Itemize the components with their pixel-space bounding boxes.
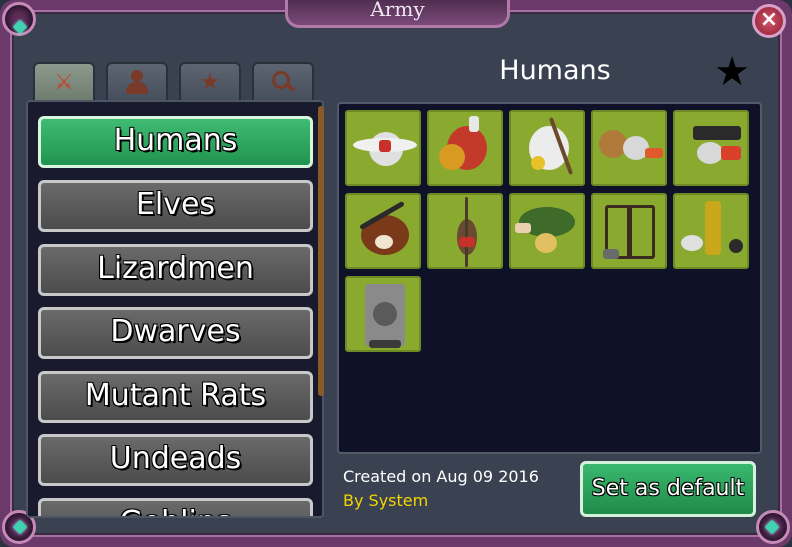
unit-slot-swordsman[interactable] (591, 110, 667, 186)
tab-favorites[interactable]: ★ (179, 62, 241, 102)
crossed-swords-icon: ⚔ (54, 69, 74, 95)
set-as-default-button[interactable]: Set as default (580, 461, 756, 517)
author-label: By System (343, 491, 429, 510)
unit-slot-cannon-crew[interactable] (673, 110, 749, 186)
tab-search[interactable] (252, 62, 314, 102)
race-button-dwarves[interactable]: Dwarves (38, 307, 313, 359)
window-title: Army (370, 0, 425, 21)
unit-slot-ballista[interactable] (591, 193, 667, 269)
race-button-elves[interactable]: Elves (38, 180, 313, 232)
star-icon: ★ (200, 69, 220, 95)
unit-slot-winged-angel[interactable] (345, 110, 421, 186)
person-icon (126, 70, 148, 94)
race-button-undeads[interactable]: Undeads (38, 434, 313, 486)
unit-slot-pikeman[interactable] (427, 193, 503, 269)
unit-slot-musketeer[interactable] (345, 193, 421, 269)
race-button-mutant-rats[interactable]: Mutant Rats (38, 371, 313, 423)
unit-slot-steam-tank[interactable] (345, 276, 421, 352)
close-icon: × (759, 7, 779, 32)
unit-grid-panel (337, 102, 762, 454)
close-button[interactable]: × (752, 4, 786, 38)
army-title: Humans (499, 55, 611, 86)
tab-heroes[interactable] (106, 62, 168, 102)
race-button-lizardmen[interactable]: Lizardmen (38, 244, 313, 296)
unit-slot-white-wizard[interactable] (509, 110, 585, 186)
magnifier-icon (272, 71, 295, 93)
race-list-panel[interactable]: Humans Elves Lizardmen Dwarves Mutant Ra… (26, 100, 324, 518)
tab-army-races[interactable]: ⚔ (33, 62, 95, 102)
favorite-star-icon[interactable]: ★ (712, 52, 752, 92)
unit-slot-axe-warrior[interactable] (427, 110, 503, 186)
unit-slot-gold-cannon[interactable] (673, 193, 749, 269)
race-list-scrollbar[interactable] (318, 106, 324, 396)
race-button-humans[interactable]: Humans (38, 116, 313, 168)
race-button-goblins[interactable]: Goblins (38, 498, 313, 516)
window-title-plate: Army (285, 0, 510, 28)
unit-slot-archer[interactable] (509, 193, 585, 269)
created-date: Created on Aug 09 2016 (343, 467, 539, 486)
